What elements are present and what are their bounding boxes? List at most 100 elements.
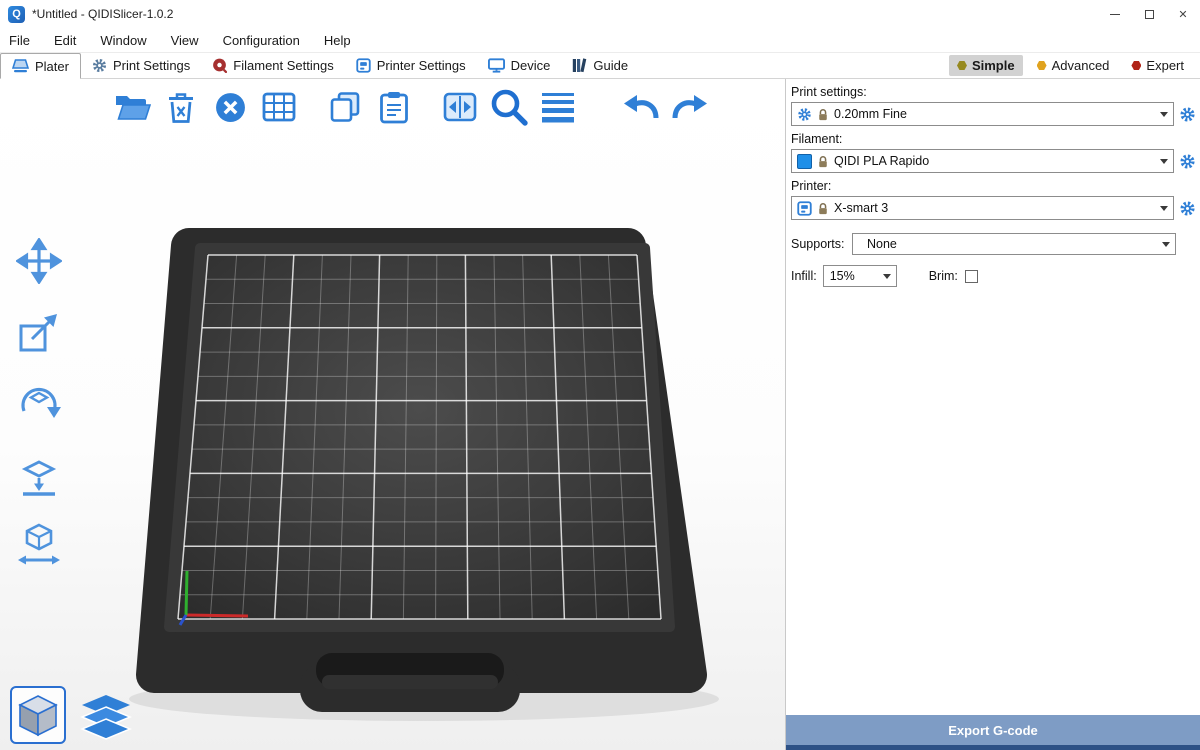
close-button[interactable]: ✕: [1166, 0, 1200, 28]
device-icon: [488, 58, 505, 73]
delete-all-button[interactable]: [210, 87, 250, 127]
split-to-objects-button[interactable]: [440, 87, 480, 127]
copy-button[interactable]: [325, 87, 365, 127]
scale-icon: [16, 309, 62, 355]
menu-item-help[interactable]: Help: [324, 33, 351, 48]
lock-icon: [817, 107, 829, 122]
app-logo-icon: Q: [8, 6, 25, 23]
export-accent-strip: [786, 745, 1200, 750]
brim-label: Brim:: [929, 269, 958, 283]
export-gcode-button[interactable]: Export G-code: [786, 715, 1200, 745]
tab-plater[interactable]: Plater: [0, 53, 81, 79]
supports-value: None: [867, 237, 1152, 251]
lock-icon: [817, 201, 829, 216]
menu-item-edit[interactable]: Edit: [54, 33, 76, 48]
minimize-button[interactable]: [1098, 0, 1132, 28]
menu-item-file[interactable]: File: [9, 33, 30, 48]
menu-item-configuration[interactable]: Configuration: [223, 33, 300, 48]
variable-layer-height-button[interactable]: [538, 87, 578, 127]
view-toggle-bar: [10, 686, 136, 744]
mode-simple[interactable]: Simple: [949, 55, 1023, 76]
settings-sidebar: Print settings: 0.20mm Fine Filament: QI…: [786, 79, 1200, 750]
move-icon: [16, 238, 62, 284]
tab-device[interactable]: Device: [477, 53, 562, 78]
filament-gear-button[interactable]: [1178, 149, 1197, 173]
chevron-down-icon: [1155, 150, 1173, 172]
printer-combo[interactable]: X-smart 3: [791, 196, 1174, 220]
paste-icon: [379, 91, 409, 124]
menu-item-view[interactable]: View: [171, 33, 199, 48]
measure-button[interactable]: [15, 521, 63, 569]
mode-expert[interactable]: Expert: [1123, 55, 1192, 76]
printer-icon: [797, 201, 812, 216]
guide-icon: [572, 58, 587, 73]
search-button[interactable]: [489, 87, 529, 127]
advanced-mode-dot-icon: [1037, 61, 1047, 71]
qidislicer-window: Q *Untitled - QIDISlicer-1.0.2 ✕ File Ed…: [0, 0, 1200, 750]
printer-label: Printer:: [791, 179, 1197, 193]
tab-guide[interactable]: Guide: [561, 53, 639, 78]
paste-button[interactable]: [374, 87, 414, 127]
tab-filament-settings[interactable]: Filament Settings: [201, 53, 344, 78]
move-button[interactable]: [15, 237, 63, 285]
gear-icon: [92, 58, 107, 73]
redo-icon: [670, 91, 710, 123]
print-settings-label: Print settings:: [791, 85, 1197, 99]
expert-mode-dot-icon: [1131, 61, 1141, 71]
tab-print-settings[interactable]: Print Settings: [81, 53, 201, 78]
gear-icon: [1179, 153, 1196, 170]
scale-button[interactable]: [15, 308, 63, 356]
tab-printer-settings[interactable]: Printer Settings: [345, 53, 477, 78]
simple-mode-dot-icon: [957, 61, 967, 71]
search-icon: [489, 87, 529, 127]
3d-viewport[interactable]: [0, 79, 786, 750]
menu-item-window[interactable]: Window: [100, 33, 146, 48]
gear-icon: [1179, 106, 1196, 123]
print-settings-combo[interactable]: 0.20mm Fine: [791, 102, 1174, 126]
plater-icon: [12, 59, 29, 73]
trash-icon: [166, 91, 196, 124]
tab-printer-settings-label: Printer Settings: [377, 58, 466, 73]
layers-icon: [80, 694, 132, 740]
undo-button[interactable]: [621, 87, 661, 127]
close-icon: ✕: [1178, 8, 1187, 21]
filament-label: Filament:: [791, 132, 1197, 146]
filament-icon: [212, 58, 227, 73]
preview-view-button[interactable]: [76, 690, 136, 744]
supports-combo[interactable]: None: [852, 233, 1176, 255]
infill-label: Infill:: [791, 269, 817, 283]
open-button[interactable]: [112, 87, 152, 127]
filament-color-swatch: [797, 154, 812, 169]
plater-toolbar: [112, 87, 710, 127]
delete-all-icon: [214, 91, 247, 124]
tab-print-settings-label: Print Settings: [113, 58, 190, 73]
mode-advanced[interactable]: Advanced: [1029, 55, 1118, 76]
tab-guide-label: Guide: [593, 58, 628, 73]
arrange-button[interactable]: [259, 87, 299, 127]
maximize-button[interactable]: [1132, 0, 1166, 28]
infill-combo[interactable]: 15%: [823, 265, 897, 287]
tab-device-label: Device: [511, 58, 551, 73]
layer-height-icon: [540, 92, 576, 123]
rotate-button[interactable]: [15, 379, 63, 427]
mode-expert-label: Expert: [1146, 58, 1184, 73]
split-objects-icon: [443, 92, 477, 122]
minimize-icon: [1110, 14, 1120, 15]
delete-button[interactable]: [161, 87, 201, 127]
undo-icon: [621, 91, 661, 123]
supports-label: Supports:: [791, 237, 848, 251]
tab-plater-label: Plater: [35, 59, 69, 74]
3d-editor-view-button[interactable]: [10, 686, 66, 744]
place-on-face-button[interactable]: [15, 450, 63, 498]
print-settings-gear-button[interactable]: [1178, 102, 1197, 126]
printer-gear-button[interactable]: [1178, 196, 1197, 220]
arrange-icon: [262, 92, 296, 122]
redo-button[interactable]: [670, 87, 710, 127]
window-title: *Untitled - QIDISlicer-1.0.2: [32, 7, 173, 21]
brim-checkbox[interactable]: [965, 270, 978, 283]
menu-bar: File Edit Window View Configuration Help: [0, 28, 1200, 52]
gear-icon: [1179, 200, 1196, 217]
filament-combo[interactable]: QIDI PLA Rapido: [791, 149, 1174, 173]
open-folder-icon: [114, 92, 151, 122]
filament-value: QIDI PLA Rapido: [834, 154, 1150, 168]
